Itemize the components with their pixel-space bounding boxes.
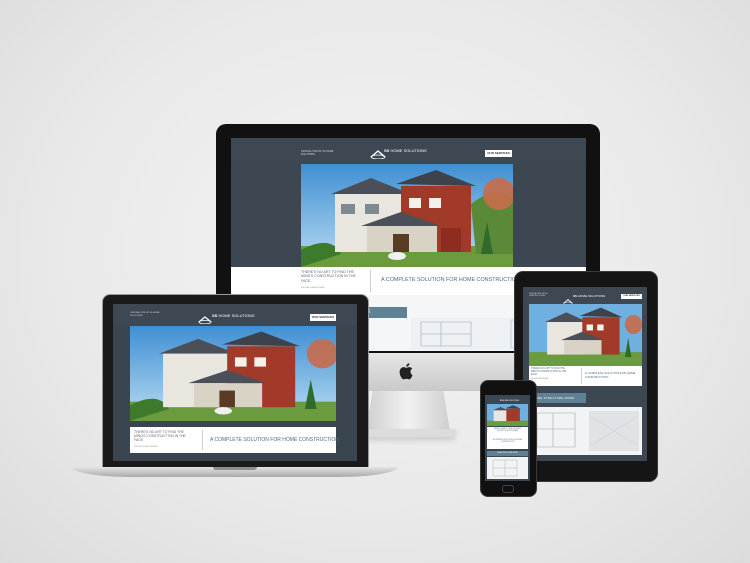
house-logo-icon — [370, 146, 386, 160]
brand-prefix: SS — [212, 313, 218, 318]
headline-band: THERE'S NO ART TO FIND THE MIND'S CONSTR… — [130, 427, 339, 453]
site-logo[interactable]: SS HOME SOLUTIONS — [198, 311, 255, 325]
house-logo-icon — [198, 311, 212, 325]
headline-left-sub: WILLIAM SHAKESPEARE — [301, 287, 325, 289]
tablet-website: OFFICIAL SITE OF SS HOME SOLUTIONS SS HO… — [523, 287, 647, 461]
headline-divider — [370, 270, 371, 292]
brand-prefix: SS — [573, 293, 578, 298]
brand-suffix: HOME SOLUTIONS — [577, 293, 606, 298]
headline-left-sub: WILLIAM SHAKESPEARE — [531, 379, 549, 380]
phone-home-button — [502, 485, 514, 493]
brand-suffix: HOME SOLUTIONS — [502, 399, 520, 402]
brand-suffix: HOME SOLUTIONS — [218, 313, 255, 318]
headline-left: THERE'S NO ART TO FIND THE MIND'S CONSTR… — [134, 430, 186, 443]
phone-headline-card: THERE'S NO ART TO FIND THE MIND'S CONSTR… — [487, 427, 528, 449]
site-logo[interactable]: SS HOME SOLUTIONS — [494, 398, 520, 411]
hero-house-image — [130, 326, 336, 421]
headline-divider — [202, 430, 203, 450]
headline-left: THERE'S NO ART TO FIND THE MIND'S CONSTR… — [493, 429, 522, 432]
headline-band: THERE'S NO ART TO FIND THE MIND'S CONSTR… — [529, 366, 642, 386]
phone-website: SS HOME SOLUTIONS THERE'S NO ART TO FIND… — [485, 395, 530, 481]
site-tagline: OFFICIAL SITE OF SS HOME SOLUTIONS — [529, 293, 548, 298]
phone-section-button[interactable]: HOME STRUCTURE WORK — [487, 451, 528, 456]
section-strip: HOME STRUCTURE WORK — [529, 393, 586, 403]
monitor-base — [360, 429, 456, 437]
monitor-stand — [366, 391, 450, 431]
hero-house-image — [301, 164, 513, 267]
headline-left-sub: WILLIAM SHAKESPEARE — [134, 446, 158, 448]
apple-logo-icon — [399, 362, 415, 380]
site-tagline: OFFICIAL SITE OF SS HOME SOLUTIONS — [130, 312, 160, 317]
headline-right: A COMPLETE SOLUTION FOR HOME CONSTRUCTIO… — [585, 371, 636, 379]
blueprint-image — [529, 407, 642, 455]
hero-house-image — [529, 304, 642, 366]
house-logo-icon — [563, 292, 573, 305]
house-logo-icon — [494, 398, 500, 411]
headline-right: A COMPLETE SOLUTION FOR HOME CONSTRUCTIO… — [210, 437, 339, 443]
brand-suffix: HOME SOLUTIONS — [390, 148, 427, 153]
headline-right: A COMPLETE SOLUTION FOR HOME CONSTRUCTIO… — [381, 277, 520, 283]
hero-house-image — [487, 404, 528, 426]
headline-right: A COMPLETE SOLUTION FOR HOME CONSTRUCTIO… — [492, 439, 523, 444]
blueprint-image — [487, 457, 528, 479]
headline-left: THERE'S NO ART TO FIND THE MIND'S CONSTR… — [301, 270, 356, 283]
site-logo[interactable]: SS HOME SOLUTIONS — [370, 146, 427, 160]
services-button[interactable]: OUR SERVICES — [485, 150, 512, 157]
headline-left: THERE'S NO ART TO FIND THE MIND'S CONSTR… — [531, 368, 567, 376]
laptop-notch — [213, 467, 257, 470]
headline-divider — [581, 368, 582, 384]
services-button[interactable]: OUR SERVICES — [621, 294, 642, 299]
services-button[interactable]: OUR SERVICES — [310, 314, 336, 321]
site-logo[interactable]: SS HOME SOLUTIONS — [563, 292, 606, 305]
site-tagline: OFFICIAL SITE OF SS HOME SOLUTIONS — [301, 150, 334, 156]
laptop-website: OFFICIAL SITE OF SS HOME SOLUTIONS SS HO… — [113, 304, 357, 461]
